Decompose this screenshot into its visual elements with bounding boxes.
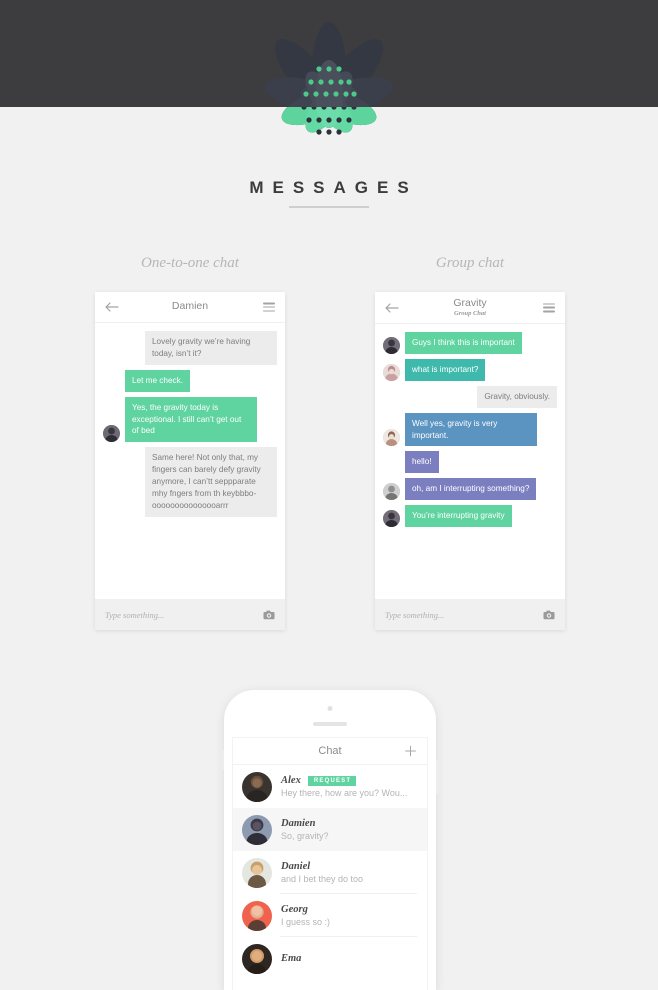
list-item-preview: Hey there, how are you? Wou...	[281, 788, 408, 798]
message-row: Gravity, obviously.	[375, 385, 565, 408]
list-item[interactable]: Georg I guess so :)	[233, 894, 427, 937]
list-item-body: Damien So, gravity?	[281, 818, 417, 841]
phone-front-camera	[327, 706, 333, 711]
list-item-name: Georg	[281, 904, 308, 915]
avatar	[242, 857, 272, 888]
back-arrow-icon[interactable]	[105, 302, 119, 312]
list-item-header: Damien	[281, 818, 417, 829]
message-row: You’re interrupting gravity	[375, 505, 565, 528]
one-to-one-chat-header: Damien	[95, 292, 285, 323]
list-item-header: Georg	[281, 904, 417, 915]
message-bubble: Yes, the gravity today is exceptional. I…	[125, 396, 257, 443]
list-item[interactable]: Alex REQUEST Hey there, how are you? Wou…	[233, 765, 427, 808]
avatar	[383, 483, 400, 501]
avatar	[242, 900, 272, 931]
group-message-list: Guys I think this is important what is i…	[375, 324, 565, 600]
list-item-preview: and I bet they do too	[281, 874, 364, 884]
message-row: Lovely gravity we’re having today, isn’t…	[95, 331, 285, 365]
hamburger-menu-icon[interactable]	[263, 302, 275, 312]
camera-icon[interactable]	[263, 610, 275, 620]
message-bubble: Lovely gravity we’re having today, isn’t…	[145, 331, 277, 365]
list-item-header: Daniel	[281, 861, 417, 872]
message-row: Well yes, gravity is very important.	[375, 412, 565, 447]
group-chat-title: Gravity	[453, 296, 487, 309]
brand-logo	[249, 22, 409, 174]
message-bubble: oh, am I interrupting something?	[405, 478, 537, 501]
phone-side-button	[436, 760, 439, 794]
one-to-one-message-list: Lovely gravity we’re having today, isn’t…	[95, 323, 285, 599]
group-chat-subtitle: Group Chat	[454, 310, 486, 317]
message-bubble: hello!	[405, 451, 439, 474]
back-arrow-icon[interactable]	[385, 302, 399, 313]
list-item-body: Daniel and I bet they do too	[281, 861, 417, 884]
brand-wordmark: MESSAGES	[249, 178, 418, 197]
avatar	[383, 363, 400, 381]
section-label-group: Group chat	[435, 255, 505, 271]
one-to-one-chat-title: Damien	[171, 300, 209, 313]
chat-list-header: Chat	[233, 738, 427, 765]
list-item-body: Georg I guess so :)	[281, 904, 417, 927]
hamburger-menu-icon[interactable]	[543, 303, 555, 312]
avatar	[383, 429, 400, 447]
phone-volume-button	[221, 750, 224, 770]
list-item-preview: So, gravity?	[281, 831, 329, 841]
list-item-header: Alex REQUEST	[281, 775, 417, 786]
one-to-one-input-bar[interactable]: Type something...	[95, 599, 285, 630]
message-row: Yes, the gravity today is exceptional. I…	[95, 396, 285, 443]
list-item[interactable]: Damien So, gravity?	[233, 808, 427, 851]
list-item-name: Alex	[281, 775, 301, 786]
message-bubble: Let me check.	[125, 369, 190, 392]
message-bubble: what is important?	[405, 358, 486, 381]
message-row: oh, am I interrupting something?	[375, 478, 565, 501]
list-item-header: Ema	[281, 953, 417, 964]
message-bubble: Well yes, gravity is very important.	[405, 412, 537, 447]
section-label-one-to-one: One-to-one chat	[141, 255, 239, 271]
avatar	[383, 336, 400, 354]
group-chat-header: Gravity Group Chat	[375, 292, 565, 324]
list-item-name: Ema	[281, 953, 302, 964]
list-item-body: Alex REQUEST Hey there, how are you? Wou…	[281, 775, 417, 798]
message-input-placeholder[interactable]: Type something...	[105, 610, 263, 620]
message-bubble: Same here! Not only that, my fingers can…	[145, 447, 277, 517]
lotus-flower-icon	[265, 22, 393, 135]
message-row: Guys I think this is important	[375, 332, 565, 354]
message-row: what is important?	[375, 358, 565, 381]
phone-earpiece-speaker	[313, 722, 347, 726]
message-bubble: Guys I think this is important	[405, 332, 522, 354]
camera-icon[interactable]	[543, 610, 555, 620]
message-bubble: You’re interrupting gravity	[405, 505, 512, 528]
message-input-placeholder[interactable]: Type something...	[385, 610, 543, 620]
wordmark-divider	[289, 206, 369, 208]
avatar	[242, 943, 272, 974]
avatar	[383, 510, 400, 528]
list-item-body: Ema	[281, 953, 417, 964]
avatar	[103, 425, 120, 443]
list-item-preview: I guess so :)	[281, 917, 331, 927]
phone-mockup: Chat Alex REQUEST Hey there, how are you…	[221, 690, 439, 990]
group-input-bar[interactable]: Type something...	[375, 599, 565, 630]
list-item[interactable]: Daniel and I bet they do too	[233, 851, 427, 894]
group-chat-panel: Gravity Group Chat Guys I think this is …	[375, 292, 565, 630]
phone-screen: Chat Alex REQUEST Hey there, how are you…	[233, 738, 427, 990]
avatar	[242, 814, 272, 845]
list-item[interactable]: Ema	[233, 937, 427, 980]
message-row: Same here! Not only that, my fingers can…	[95, 447, 285, 517]
list-item-name: Daniel	[281, 861, 311, 872]
avatar	[242, 771, 272, 802]
plus-icon[interactable]	[405, 745, 416, 757]
chat-list-title: Chat	[318, 745, 342, 757]
list-item-name: Damien	[281, 818, 316, 829]
status-badge: REQUEST	[307, 775, 357, 786]
message-row: hello!	[375, 451, 565, 474]
one-to-one-chat-panel: Damien Lovely gravity we’re having today…	[95, 292, 285, 630]
message-bubble: Gravity, obviously.	[477, 385, 557, 408]
message-row: Let me check.	[95, 369, 285, 392]
